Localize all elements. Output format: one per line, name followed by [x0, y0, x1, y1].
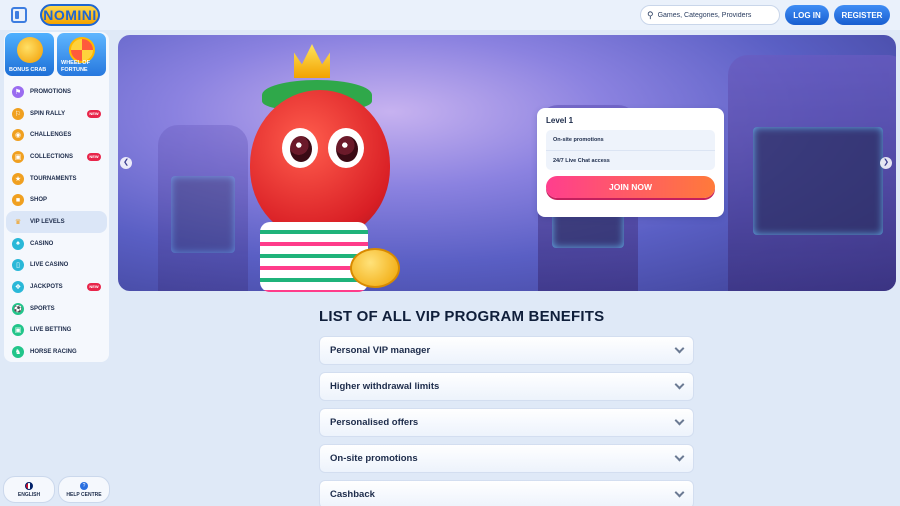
sidebar-item-label: PROMOTIONS: [30, 88, 72, 95]
sidebar-item-spin-rally[interactable]: ⚐ SPIN RALLY NEW: [4, 103, 109, 125]
horse-icon: ♞: [12, 346, 24, 359]
sidebar-item-challenges[interactable]: ◉ CHALLENGES: [4, 124, 109, 146]
flag-icon: ⚐: [12, 107, 24, 120]
uk-flag-icon: [25, 481, 33, 490]
tile-label: WHEEL OF FORTUNE: [61, 60, 90, 73]
sidebar-nav: ⚑ PROMOTIONS ⚐ SPIN RALLY NEW ◉ CHALLENGES ▣ COL…: [4, 81, 109, 363]
sidebar-item-shop[interactable]: ■ SHOP: [4, 189, 109, 211]
bag-icon: ■: [12, 194, 24, 207]
perk-list: On-site promotions 24/7 Live Chat access: [546, 130, 715, 170]
register-button[interactable]: REGISTER: [834, 5, 890, 25]
sidebar-item-label: SPIN RALLY: [30, 110, 66, 117]
mascot-eye: [328, 128, 364, 168]
login-button[interactable]: LOG IN: [785, 5, 829, 25]
phone-icon: ▯: [12, 259, 24, 272]
vip-level-card: Level 1 On-site promotions 24/7 Live Cha…: [537, 108, 724, 217]
sidebar-item-jackpots[interactable]: ❖ JACKPOTS NEW: [4, 276, 109, 298]
sidebar-item-casino[interactable]: ♠ CASINO: [4, 233, 109, 255]
sidebar: BONUS CRAB WHEEL OF FORTUNE ⚑ PROMOTIONS ⚐…: [4, 32, 109, 362]
carousel-next-icon[interactable]: ❯: [880, 157, 892, 169]
benefits-title: LIST OF ALL VIP PROGRAM BENEFITS: [319, 308, 605, 325]
bonus-crab-tile[interactable]: BONUS CRAB: [5, 33, 54, 76]
sidebar-item-label: TOURNAMENTS: [30, 175, 77, 182]
level-title: Level 1: [546, 116, 574, 125]
gift-icon: ⚑: [12, 85, 24, 98]
sidebar-item-label: SHOP: [30, 197, 48, 204]
sidebar-item-sports[interactable]: ⚽ SPORTS: [4, 298, 109, 320]
carousel-prev-icon[interactable]: ❮: [120, 157, 132, 169]
benefit-item[interactable]: Personalised offers: [319, 408, 694, 437]
sidebar-toggle-icon[interactable]: [11, 7, 27, 23]
perk-item: 24/7 Live Chat access: [546, 150, 715, 170]
strawberry-mascot: [250, 90, 390, 240]
benefit-label: Personalised offers: [330, 417, 419, 428]
help-icon: ?: [80, 481, 88, 490]
wheel-of-fortune-tile[interactable]: WHEEL OF FORTUNE: [57, 33, 106, 76]
new-badge: NEW: [87, 152, 101, 161]
gold-coin-icon: [350, 248, 400, 288]
spade-icon: ♠: [12, 237, 24, 250]
site-logo[interactable]: NOMINI: [40, 4, 100, 26]
language-label: ENGLISH: [17, 491, 41, 498]
benefit-item[interactable]: Higher withdrawal limits: [319, 372, 694, 401]
search-icon: ⚲: [647, 9, 654, 20]
cards-icon: ▣: [12, 150, 24, 163]
benefit-label: Higher withdrawal limits: [330, 381, 440, 392]
sidebar-item-label: LIVE BETTING: [30, 327, 72, 334]
benefit-label: Cashback: [330, 489, 375, 500]
sidebar-item-label: CASINO: [30, 240, 54, 247]
vip-banner: ❮ ❯: [118, 35, 896, 291]
chevron-down-icon: [674, 451, 685, 462]
monitor-icon: ▣: [12, 324, 24, 337]
perk-item: On-site promotions: [553, 137, 604, 143]
sidebar-item-horse-racing[interactable]: ♞ HORSE RACING: [4, 341, 109, 363]
language-button[interactable]: ENGLISH: [3, 476, 55, 503]
tile-label: BONUS CRAB: [9, 66, 47, 73]
crown-icon: ♛: [14, 218, 22, 226]
sidebar-item-label: LIVE CASINO: [30, 262, 69, 269]
new-badge: NEW: [87, 283, 101, 292]
slot-machine-art: [728, 55, 896, 291]
benefit-item[interactable]: Personal VIP manager: [319, 336, 694, 365]
help-centre-button[interactable]: ? HELP CENTRE: [58, 476, 110, 503]
join-now-button[interactable]: JOIN NOW: [546, 176, 715, 198]
top-header: NOMINI ⚲ LOG IN REGISTER: [0, 0, 900, 30]
sidebar-item-live-betting[interactable]: ▣ LIVE BETTING: [4, 320, 109, 342]
benefit-item[interactable]: On-site promotions: [319, 444, 694, 473]
sidebar-item-label: JACKPOTS: [30, 284, 63, 291]
benefit-label: Personal VIP manager: [330, 345, 431, 356]
bonus-crab-icon: [17, 37, 43, 63]
sidebar-item-promotions[interactable]: ⚑ PROMOTIONS: [4, 81, 109, 103]
benefit-item[interactable]: Cashback: [319, 480, 694, 506]
chevron-down-icon: [674, 379, 685, 390]
search-box[interactable]: ⚲: [640, 5, 780, 25]
chip-icon: ❖: [12, 281, 24, 294]
sidebar-item-vip-levels[interactable]: ♛ VIP LEVELS: [6, 211, 107, 233]
sidebar-item-label: SPORTS: [30, 305, 55, 312]
chevron-down-icon: [674, 415, 685, 426]
sidebar-item-tournaments[interactable]: ★ TOURNAMENTS: [4, 168, 109, 190]
mascot-eye: [282, 128, 318, 168]
search-input[interactable]: [657, 11, 773, 19]
benefit-label: On-site promotions: [330, 453, 418, 464]
help-label: HELP CENTRE: [66, 491, 102, 498]
sidebar-item-label: HORSE RACING: [30, 349, 77, 356]
new-badge: NEW: [87, 109, 101, 118]
sidebar-item-label: CHALLENGES: [30, 132, 72, 139]
chevron-down-icon: [674, 343, 685, 354]
sidebar-item-live-casino[interactable]: ▯ LIVE CASINO: [4, 255, 109, 277]
trophy-icon: ★: [12, 172, 24, 185]
casino-chips-art: [260, 222, 368, 292]
sidebar-item-label: COLLECTIONS: [30, 153, 73, 160]
sidebar-item-label: VIP LEVELS: [30, 218, 65, 225]
slot-machine-art: [158, 125, 248, 291]
sidebar-item-collections[interactable]: ▣ COLLECTIONS NEW: [4, 146, 109, 168]
benefits-accordion: Personal VIP manager Higher withdrawal l…: [319, 336, 694, 506]
chevron-down-icon: [674, 487, 685, 498]
target-icon: ◉: [12, 129, 24, 142]
ball-icon: ⚽: [12, 302, 24, 315]
feature-tiles: BONUS CRAB WHEEL OF FORTUNE: [4, 32, 109, 77]
